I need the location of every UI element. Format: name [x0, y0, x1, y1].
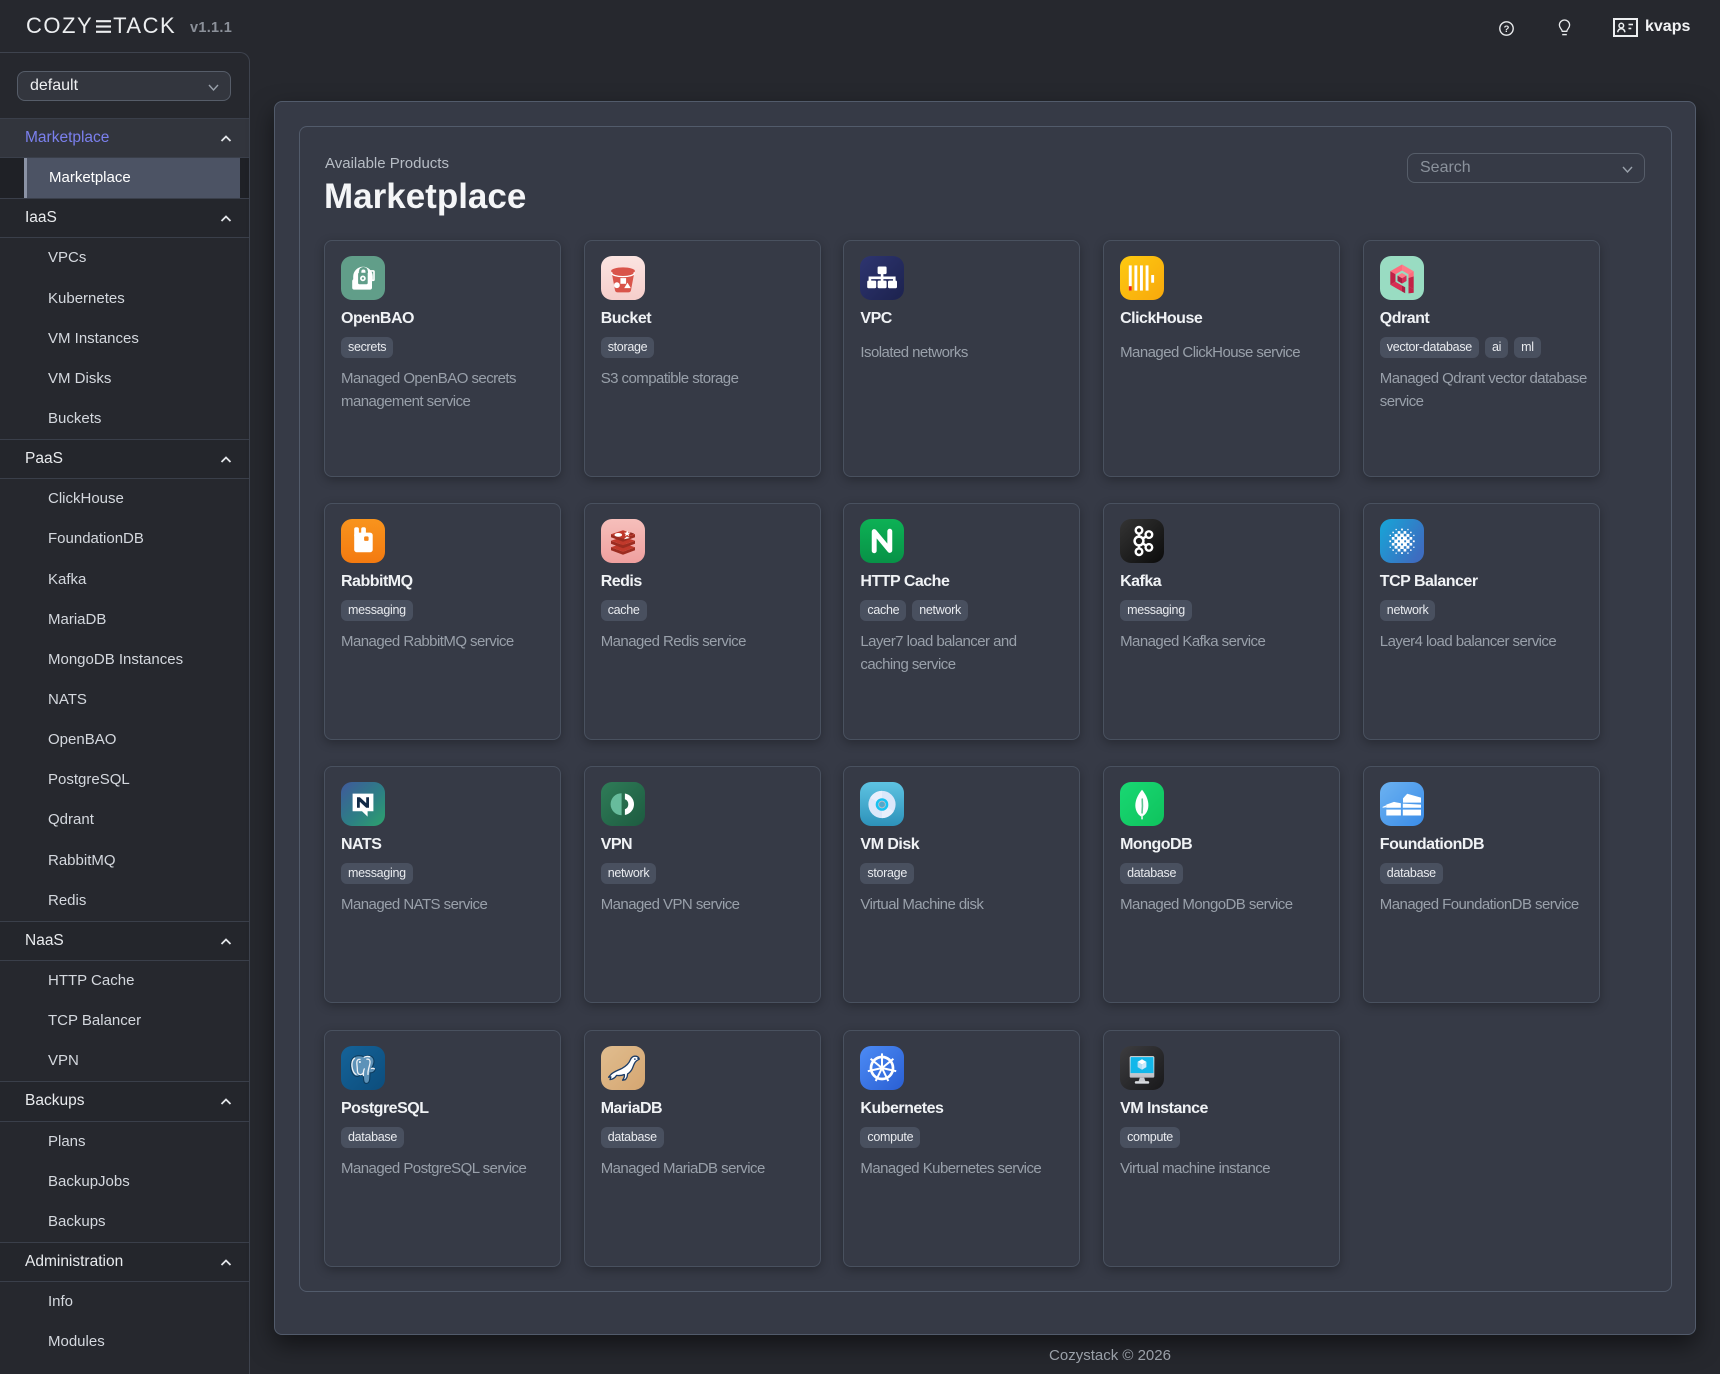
svg-text:?: ? — [1504, 24, 1510, 35]
